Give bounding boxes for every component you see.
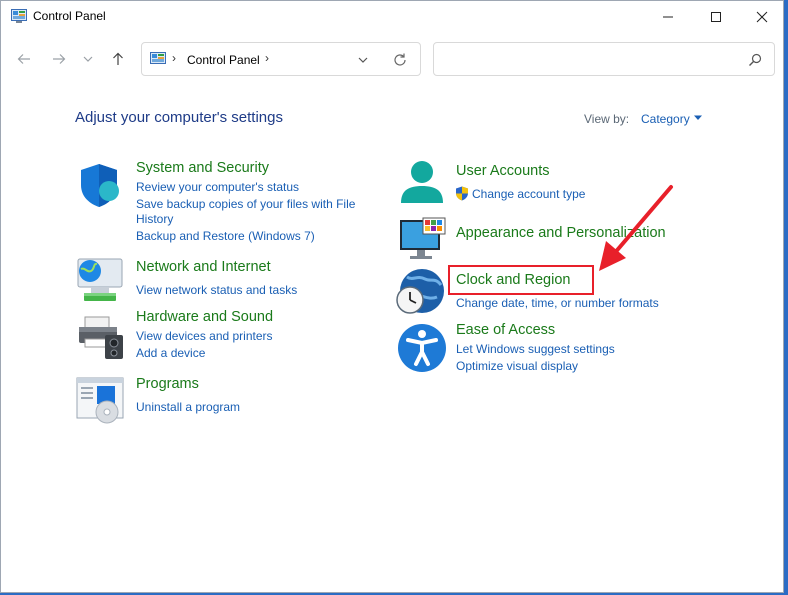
shield-icon[interactable] [77, 161, 127, 211]
control-panel-icon [150, 52, 166, 64]
close-icon [756, 11, 768, 23]
recent-locations-button[interactable] [78, 47, 98, 71]
category-hardware-sound[interactable]: Hardware and Sound [136, 309, 273, 325]
control-panel-window: Control Panel › Control Panel › Adjust y… [0, 0, 784, 593]
link-review-status[interactable]: Review your computer's status [136, 179, 299, 195]
page-title: Adjust your computer's settings [75, 109, 283, 126]
back-button[interactable] [12, 47, 36, 71]
link-date-time-formats[interactable]: Change date, time, or number formats [456, 295, 659, 311]
minimize-icon [663, 16, 673, 18]
category-system-security[interactable]: System and Security [136, 160, 269, 176]
link-devices-printers[interactable]: View devices and printers [136, 328, 273, 344]
link-change-account-type[interactable]: Change account type [472, 186, 585, 202]
address-bar[interactable]: › Control Panel › [141, 42, 421, 76]
link-add-device[interactable]: Add a device [136, 345, 205, 361]
address-dropdown-icon[interactable] [356, 53, 370, 67]
back-arrow-icon [17, 54, 30, 64]
category-ease-of-access[interactable]: Ease of Access [456, 322, 555, 338]
programs-icon[interactable] [75, 375, 125, 425]
maximize-button[interactable] [693, 1, 739, 33]
forward-button[interactable] [47, 47, 71, 71]
up-button[interactable] [106, 47, 130, 71]
link-uninstall-program[interactable]: Uninstall a program [136, 399, 240, 415]
close-button[interactable] [739, 1, 785, 33]
link-backup-restore[interactable]: Backup and Restore (Windows 7) [136, 228, 315, 244]
ease-of-access-icon[interactable] [397, 323, 447, 373]
link-file-history[interactable]: Save backup copies of your files with Fi… [136, 196, 355, 212]
window-title: Control Panel [33, 9, 106, 23]
annotation-highlight-box [448, 265, 594, 295]
search-box[interactable] [433, 42, 775, 76]
refresh-icon[interactable] [392, 52, 408, 68]
link-optimize-display[interactable]: Optimize visual display [456, 358, 578, 374]
user-accounts-icon[interactable] [397, 159, 447, 209]
breadcrumb-separator-trailing[interactable]: › [265, 51, 269, 65]
caret-down-icon[interactable] [693, 115, 703, 121]
network-globe-icon[interactable] [75, 255, 125, 305]
minimize-button[interactable] [645, 1, 691, 33]
navigation-bar: › Control Panel › [1, 39, 783, 79]
category-user-accounts[interactable]: User Accounts [456, 163, 550, 179]
category-network-internet[interactable]: Network and Internet [136, 259, 271, 275]
breadcrumb-separator[interactable]: › [172, 51, 176, 65]
category-programs[interactable]: Programs [136, 376, 199, 392]
chevron-down-icon [83, 56, 93, 62]
search-icon[interactable] [748, 53, 762, 67]
forward-arrow-icon [53, 54, 66, 64]
breadcrumb-control-panel[interactable]: Control Panel [187, 53, 260, 67]
clock-globe-icon[interactable] [395, 267, 445, 317]
annotation-arrow-icon [599, 185, 673, 271]
appearance-monitor-icon[interactable] [397, 215, 447, 265]
control-panel-icon [11, 9, 27, 23]
title-bar: Control Panel [1, 1, 783, 33]
view-by-dropdown[interactable]: Category [641, 112, 690, 126]
uac-shield-icon [456, 186, 468, 201]
link-network-status[interactable]: View network status and tasks [136, 282, 297, 298]
link-file-history-cont[interactable]: History [136, 211, 173, 227]
up-arrow-icon [113, 52, 123, 65]
view-by-label: View by: [584, 112, 630, 126]
link-windows-suggest[interactable]: Let Windows suggest settings [456, 341, 615, 357]
maximize-icon [711, 12, 721, 22]
printer-icon[interactable] [77, 313, 127, 363]
